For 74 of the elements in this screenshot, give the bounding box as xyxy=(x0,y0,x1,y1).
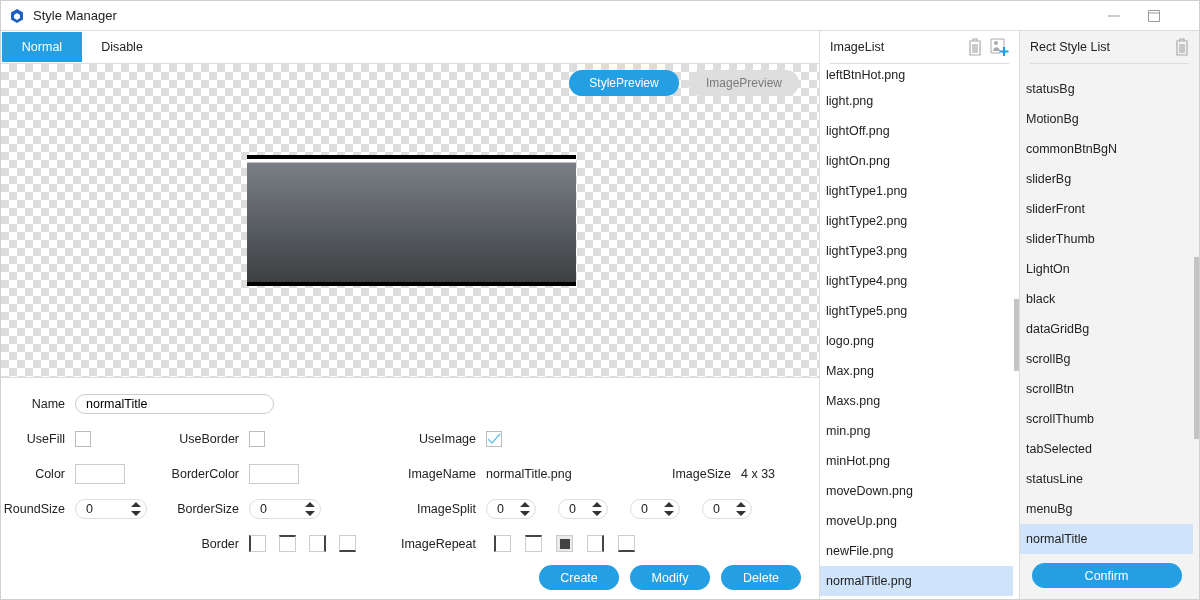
image-size-value: 4 x 33 xyxy=(741,466,776,481)
image-list-item[interactable]: Max.png xyxy=(820,356,1013,386)
style-list-item[interactable]: MotionBg xyxy=(1020,104,1193,134)
spin-arrows-icon[interactable] xyxy=(304,500,316,517)
style-list-item[interactable]: dataGridBg xyxy=(1020,314,1193,344)
style-list-item[interactable]: scrollThumb xyxy=(1020,404,1193,434)
field-label: Color xyxy=(34,466,66,481)
image-list-item[interactable]: logo.png xyxy=(820,326,1013,356)
image-list-item[interactable]: lightType2.png xyxy=(820,206,1013,236)
style-list-item[interactable]: black xyxy=(1020,284,1193,314)
field-label: ImageSize xyxy=(670,466,731,481)
field-label: RoundSize xyxy=(2,501,66,516)
add-image-icon[interactable] xyxy=(990,38,1009,56)
image-list-item[interactable]: lightType3.png xyxy=(820,236,1013,266)
field-label: UseImage xyxy=(418,431,476,446)
image-list-item[interactable]: lightType5.png xyxy=(820,296,1013,326)
maximize-icon[interactable] xyxy=(1147,8,1161,23)
style-list-item[interactable]: sliderBg xyxy=(1020,164,1193,194)
image-name-value: normalTitle.png xyxy=(486,466,572,481)
field-label: Name xyxy=(30,396,66,411)
color-swatch[interactable] xyxy=(75,463,125,484)
spin-arrows-icon[interactable] xyxy=(663,500,675,517)
spin-arrows-icon[interactable] xyxy=(519,500,531,517)
style-list-item[interactable]: commonBtnBgN xyxy=(1020,134,1193,164)
field-label: BorderColor xyxy=(170,466,240,481)
toggle-option[interactable] xyxy=(279,535,296,552)
tab[interactable]: Disable xyxy=(82,32,162,62)
style-list-item[interactable]: tabSelected xyxy=(1020,434,1193,464)
style-list-item[interactable]: sliderFront xyxy=(1020,194,1193,224)
image-list-item[interactable]: lightType1.png xyxy=(820,176,1013,206)
square-icon xyxy=(559,538,570,549)
field-label: ImageSplit xyxy=(415,501,476,516)
field-label: ImageName xyxy=(406,466,476,481)
image-list-item[interactable]: moveUp.png xyxy=(820,506,1013,536)
checkbox[interactable] xyxy=(486,430,502,447)
color-swatch[interactable] xyxy=(249,463,299,484)
image-list-item[interactable]: normalTitle.png xyxy=(820,566,1013,596)
app-logo-icon xyxy=(9,7,25,24)
field-label: UseBorder xyxy=(178,431,240,446)
checkbox[interactable] xyxy=(249,430,265,447)
image-list-item[interactable]: lightOn.png xyxy=(820,146,1013,176)
panel-title: ImageList xyxy=(830,40,886,54)
checkmark-icon xyxy=(487,432,501,445)
image-list-item[interactable]: newFile.png xyxy=(820,536,1013,566)
spin-arrows-icon[interactable] xyxy=(591,500,603,517)
style-list-item[interactable]: menuBg xyxy=(1020,494,1193,524)
window-title: Style Manager xyxy=(33,8,118,23)
field-label: UseFill xyxy=(25,431,66,446)
toggle-option[interactable] xyxy=(525,535,542,552)
field-label: BorderSize xyxy=(176,501,240,516)
image-list-item[interactable]: Maxs.png xyxy=(820,386,1013,416)
spin-arrows-icon[interactable] xyxy=(130,500,142,517)
style-list-item[interactable]: statusLine xyxy=(1020,464,1193,494)
image-list-item[interactable]: moveDown.png xyxy=(820,476,1013,506)
checkbox[interactable] xyxy=(75,430,91,447)
image-list-item[interactable]: lightOff.png xyxy=(820,116,1013,146)
style-list-item[interactable]: sliderThumb xyxy=(1020,224,1193,254)
field-label: ImageRepeat xyxy=(399,536,476,551)
image-list-item[interactable]: lightType4.png xyxy=(820,266,1013,296)
image-list-item[interactable]: light.png xyxy=(820,86,1013,116)
image-list-item[interactable]: leftBtnHot.png xyxy=(820,64,1013,86)
spin-arrows-icon[interactable] xyxy=(735,500,747,517)
image-list-item[interactable]: minHot.png xyxy=(820,446,1013,476)
style-list-item[interactable]: statusBg xyxy=(1020,74,1193,104)
style-list-item[interactable]: scrollBtn xyxy=(1020,374,1193,404)
field-label: Border xyxy=(200,536,240,551)
image-list-item[interactable]: min.png xyxy=(820,416,1013,446)
panel-title: Rect Style List xyxy=(1030,40,1111,54)
scrollbar-thumb[interactable] xyxy=(1014,299,1019,371)
style-list-item[interactable]: LightOn xyxy=(1020,254,1193,284)
style-list-item[interactable]: scrollBg xyxy=(1020,344,1193,374)
name-field[interactable]: normalTitle xyxy=(75,393,274,414)
scrollbar-thumb[interactable] xyxy=(1194,257,1199,439)
style-list-item[interactable]: normalTitle xyxy=(1020,524,1193,554)
